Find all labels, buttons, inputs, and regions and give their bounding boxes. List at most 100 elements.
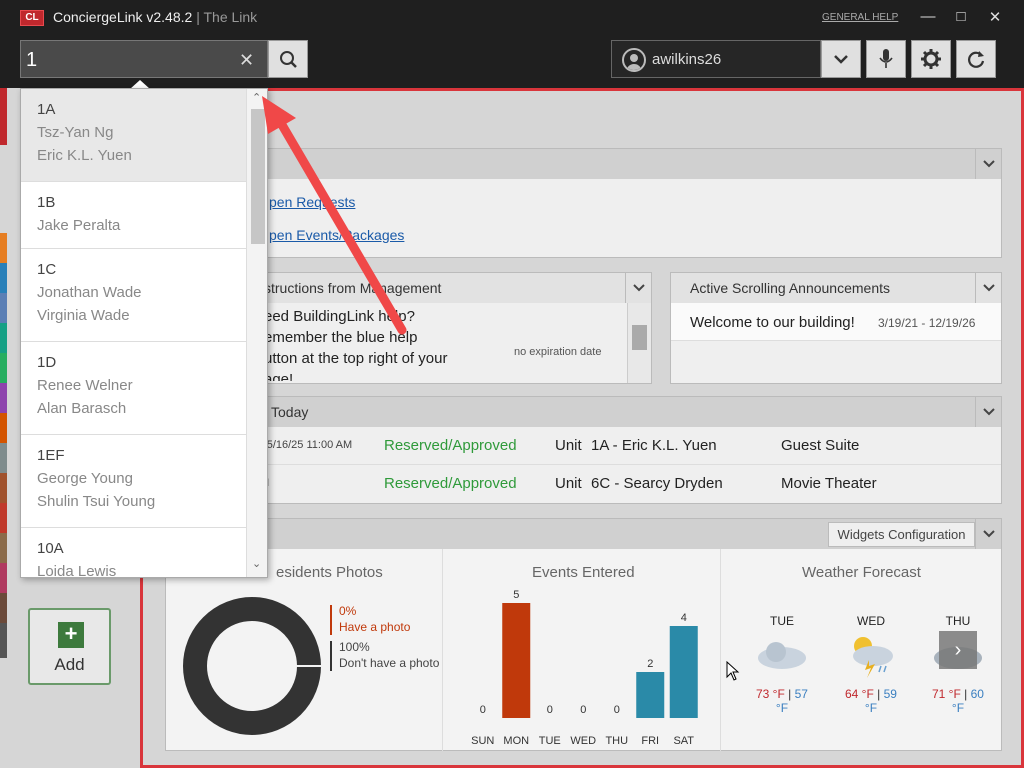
announcement-row: Welcome to our building! 3/19/21 - 12/19… bbox=[671, 303, 1001, 341]
chevron-down-icon bbox=[834, 55, 848, 64]
reservation-row[interactable]: M Reserved/Approved Unit 6C - Searcy Dry… bbox=[166, 465, 1001, 503]
reservation-row[interactable]: - 5/16/25 11:00 AM Reserved/Approved Uni… bbox=[166, 427, 1001, 465]
tick-label-mon: MON bbox=[503, 735, 529, 747]
instructions-collapse-button[interactable] bbox=[625, 273, 651, 303]
list-item[interactable]: 1B Jake Peralta bbox=[21, 182, 246, 249]
data-label-sat: 4 bbox=[681, 612, 687, 624]
tick-label-thu: THU bbox=[605, 735, 628, 747]
maximize-button[interactable]: □ bbox=[951, 8, 971, 25]
weather-day: TUE 73 °F | 57 °F bbox=[752, 614, 812, 715]
nohave-photo-label: Don't have a photo bbox=[339, 656, 440, 670]
scrollbar-thumb[interactable] bbox=[632, 325, 647, 350]
weather-day-label: TUE bbox=[770, 614, 794, 628]
collapse-button[interactable] bbox=[975, 149, 1001, 179]
dropdown-scrollbar[interactable]: ⌃ ⌄ bbox=[246, 89, 267, 577]
scrollbar-thumb[interactable] bbox=[251, 109, 265, 244]
instruction-line: eed BuildingLink help? bbox=[264, 308, 415, 325]
bar-mon bbox=[502, 603, 531, 718]
resident-name: Renee Welner bbox=[37, 377, 133, 394]
widgets-collapse-button[interactable] bbox=[975, 519, 1001, 549]
add-label: Add bbox=[54, 655, 85, 674]
list-item[interactable]: 1C Jonathan Wade Virginia Wade bbox=[21, 249, 246, 342]
list-item[interactable]: 1D Renee Welner Alan Barasch bbox=[21, 342, 246, 435]
announcements-collapse-button[interactable] bbox=[975, 273, 1001, 303]
instructions-scrollbar[interactable] bbox=[627, 303, 651, 383]
list-item[interactable]: 10A Loida Lewis bbox=[21, 528, 246, 578]
search-button[interactable] bbox=[268, 40, 308, 78]
chevron-down-icon bbox=[982, 530, 995, 538]
close-icon[interactable]: ✕ bbox=[239, 50, 254, 71]
search-input[interactable]: 1 ✕ bbox=[20, 40, 268, 78]
chevron-down-icon[interactable]: ⌄ bbox=[252, 557, 261, 570]
resident-name: Shulin Tsui Young bbox=[37, 493, 156, 510]
tick-label-tue: TUE bbox=[539, 735, 561, 747]
list-item[interactable]: 1A Tsz-Yan Ng Eric K.L. Yuen bbox=[21, 89, 246, 182]
unit-label: 1A bbox=[37, 101, 56, 118]
tick-label-fri: FRI bbox=[641, 735, 659, 747]
app-logo: CL bbox=[20, 10, 44, 26]
reservation-time: - 5/16/25 11:00 AM bbox=[260, 439, 353, 451]
data-label-sun: 0 bbox=[480, 704, 486, 716]
photos-donut bbox=[183, 597, 322, 735]
instruction-line: age! bbox=[264, 371, 294, 381]
weather-next-button[interactable]: › bbox=[939, 631, 977, 669]
unit-label: 10A bbox=[37, 540, 64, 557]
app-title: ConciergeLink v2.48.2 | The Link bbox=[53, 9, 257, 25]
weather-hi: 64 °F bbox=[845, 687, 874, 701]
open-requests-link[interactable]: pen Requests bbox=[269, 194, 355, 210]
nohave-photo-pct: 100% bbox=[339, 640, 370, 654]
resident-name: Loida Lewis bbox=[37, 563, 117, 578]
open-events-link[interactable]: pen Events/Packages bbox=[269, 227, 404, 243]
announcement-dates: 3/19/21 - 12/19/26 bbox=[878, 316, 976, 330]
toolbar: 1 ✕ awilkins26 bbox=[0, 36, 1024, 88]
avatar bbox=[622, 48, 646, 72]
user-selector[interactable]: awilkins26 bbox=[611, 40, 821, 78]
reservation-unit: 1A - Eric K.L. Yuen bbox=[591, 437, 717, 454]
today-header: Today bbox=[166, 397, 1001, 427]
weather-day-label: THU bbox=[945, 614, 971, 628]
reservation-unit-label: Unit bbox=[555, 475, 582, 492]
legend-nohave-bar bbox=[330, 641, 332, 671]
refresh-icon bbox=[968, 51, 985, 68]
chevron-up-icon[interactable]: ⌃ bbox=[252, 91, 261, 104]
general-help-link[interactable]: GENERAL HELP bbox=[822, 12, 898, 23]
list-item[interactable]: 1EF George Young Shulin Tsui Young bbox=[21, 435, 246, 528]
cursor-icon bbox=[726, 661, 740, 681]
weather-temps: 73 °F | 57 °F bbox=[752, 687, 812, 715]
app-subtitle: | The Link bbox=[192, 9, 257, 25]
sidebar-accent bbox=[0, 88, 7, 145]
resident-name: Virginia Wade bbox=[37, 307, 130, 324]
today-collapse-button[interactable] bbox=[975, 397, 1001, 427]
unit-label: 1B bbox=[37, 194, 56, 211]
reservation-unit: 6C - Searcy Dryden bbox=[591, 475, 723, 492]
voice-button[interactable] bbox=[866, 40, 906, 78]
unit-label: 1D bbox=[37, 354, 57, 371]
weather-hi: 73 °F bbox=[756, 687, 785, 701]
main-content: pen Requests pen Events/Packages structi… bbox=[140, 88, 1024, 768]
settings-button[interactable] bbox=[911, 40, 951, 78]
instruction-line: emember the blue help bbox=[264, 329, 418, 346]
close-window-button[interactable]: ✕ bbox=[985, 8, 1005, 26]
bar-sat bbox=[669, 626, 698, 718]
microphone-icon bbox=[879, 49, 893, 68]
app-name: ConciergeLink v2.48.2 bbox=[53, 9, 193, 25]
add-button[interactable]: + Add bbox=[28, 608, 111, 685]
reservation-status: Reserved/Approved bbox=[384, 475, 517, 492]
weather-widget: Weather Forecast TUE 73 °F | 57 °F WED 6… bbox=[722, 549, 1001, 751]
refresh-button[interactable] bbox=[956, 40, 996, 78]
title-bar: CL ConciergeLink v2.48.2 | The Link GENE… bbox=[0, 0, 1024, 36]
search-icon bbox=[280, 51, 297, 68]
expiration-text: no expiration date bbox=[514, 346, 602, 358]
weather-day: WED 64 °F | 59 °F bbox=[841, 614, 901, 715]
weather-title: Weather Forecast bbox=[802, 564, 921, 581]
bar-fri bbox=[636, 672, 665, 718]
user-dropdown-button[interactable] bbox=[821, 40, 861, 78]
minimize-button[interactable]: — bbox=[918, 8, 938, 25]
resident-name: Eric K.L. Yuen bbox=[37, 147, 132, 164]
temp-separator: | bbox=[877, 687, 881, 701]
chevron-down-icon bbox=[982, 160, 995, 168]
weather-temps: 64 °F | 59 °F bbox=[841, 687, 901, 715]
resident-name: Tsz-Yan Ng bbox=[37, 124, 114, 141]
widgets-config-button[interactable]: Widgets Configuration bbox=[828, 522, 975, 547]
reservation-status: Reserved/Approved bbox=[384, 437, 517, 454]
